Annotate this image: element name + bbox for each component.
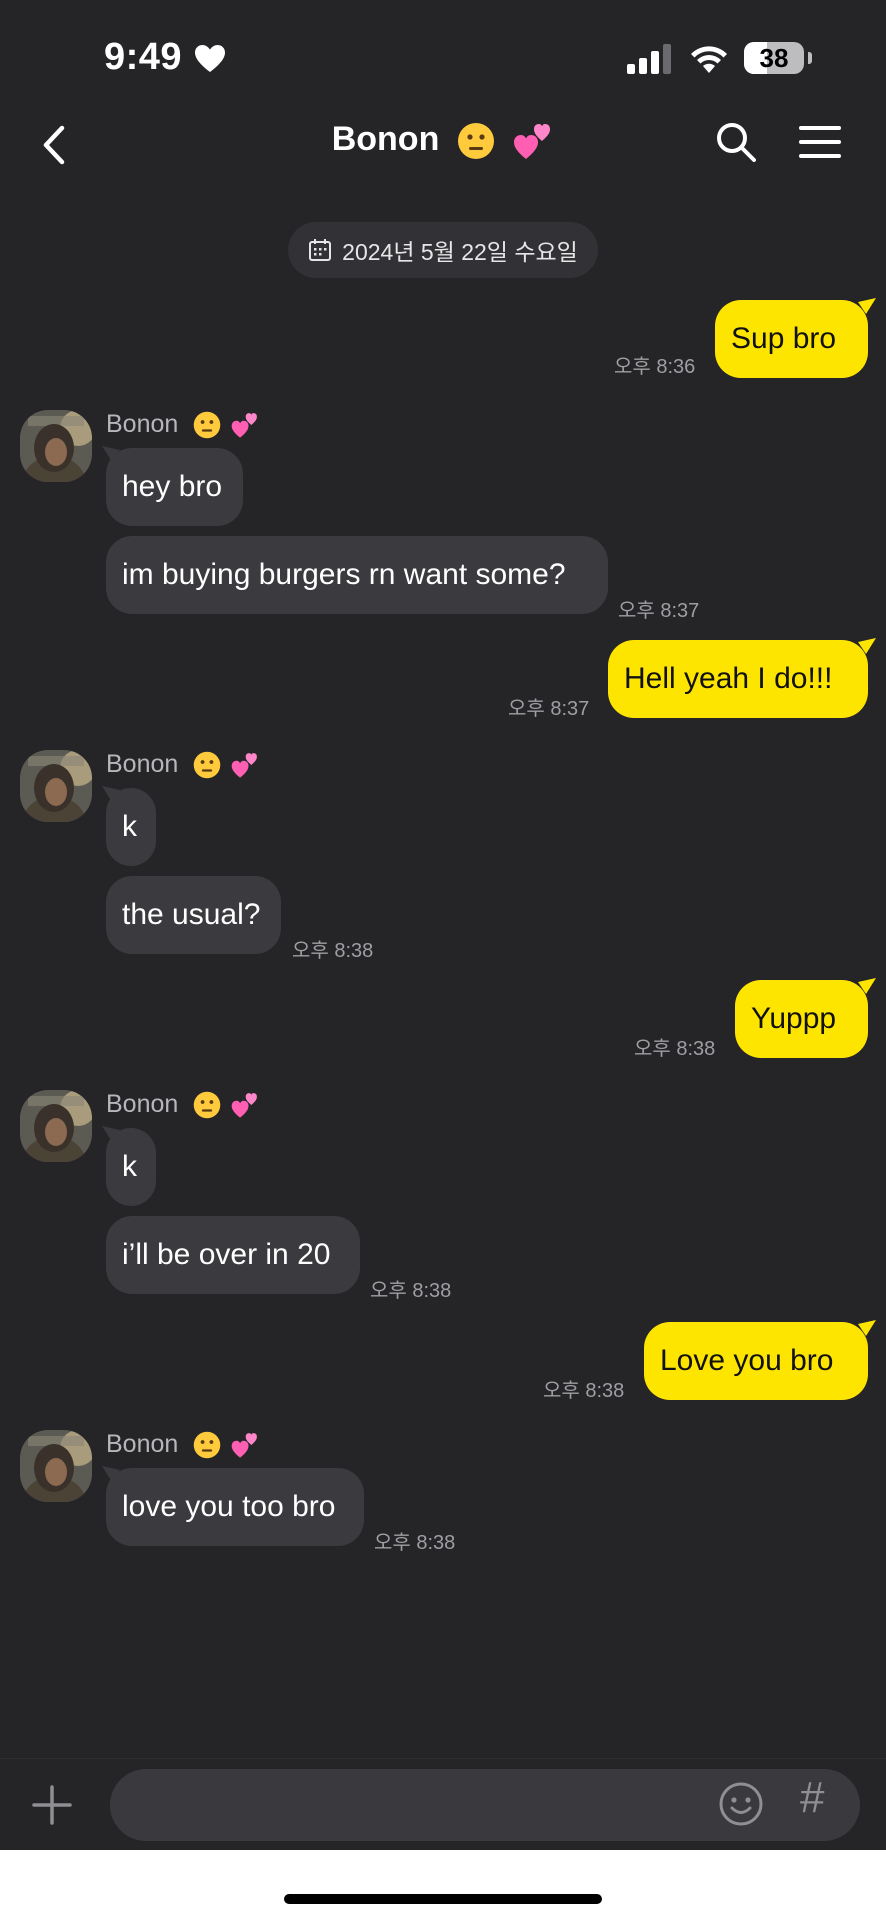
my-message-bubble[interactable]: Hell yeah I do!!! [608, 640, 868, 718]
my-message-bubble[interactable]: Yuppp [735, 980, 868, 1058]
bubble-tail [858, 298, 876, 314]
message-input-bar: # [0, 1758, 886, 1851]
plus-icon[interactable] [32, 1785, 72, 1825]
bubble-tail [858, 978, 876, 994]
neutral-face-emoji-icon [193, 412, 221, 439]
search-icon[interactable] [714, 120, 758, 164]
their-message-bubble[interactable]: love you too bro [106, 1468, 364, 1546]
emoji-icon[interactable] [718, 1781, 764, 1827]
bubble-tail [858, 638, 876, 654]
neutral-face-emoji-icon [193, 1432, 221, 1459]
date-separator: 2024년 5월 22일 수요일 [288, 222, 598, 278]
avatar[interactable] [20, 1090, 92, 1162]
two-hearts-emoji-icon [231, 1433, 258, 1458]
two-hearts-emoji-icon [231, 753, 258, 778]
avatar[interactable] [20, 410, 92, 482]
their-message-bubble[interactable]: k [106, 788, 156, 866]
heart-icon [195, 45, 225, 72]
message-timestamp: 오후 8:38 [292, 940, 374, 962]
my-message-bubble[interactable]: Sup bro [715, 300, 868, 378]
status-time: 9:49 [104, 36, 183, 78]
two-hearts-emoji-icon [231, 1093, 258, 1118]
message-timestamp: 오후 8:38 [370, 1280, 452, 1302]
calendar-icon [309, 239, 332, 261]
chat-title-text: Bonon [331, 120, 440, 158]
message-timestamp: 오후 8:37 [508, 698, 590, 720]
sender-name: Bonon [106, 1430, 260, 1459]
message-timestamp: 오후 8:36 [614, 356, 696, 378]
bubble-tail [858, 1320, 876, 1336]
their-message-bubble[interactable]: im buying burgers rn want some? [106, 536, 608, 614]
battery-icon: 38 [744, 42, 812, 74]
my-message-bubble[interactable]: Love you bro [644, 1322, 868, 1400]
sender-name-text: Bonon [106, 1090, 179, 1118]
message-timestamp: 오후 8:38 [634, 1038, 716, 1060]
sender-name-text: Bonon [106, 1430, 179, 1458]
menu-icon[interactable] [798, 124, 842, 160]
sender-name-text: Bonon [106, 410, 179, 438]
their-message-bubble[interactable]: the usual? [106, 876, 281, 954]
sender-name: Bonon [106, 410, 260, 439]
date-label: 2024년 5월 22일 수요일 [342, 239, 578, 265]
sender-name: Bonon [106, 750, 260, 779]
cellular-signal-icon [627, 44, 671, 74]
battery-level: 38 [759, 43, 789, 73]
sender-name: Bonon [106, 1090, 260, 1119]
their-message-bubble[interactable]: hey bro [106, 448, 243, 526]
neutral-face-emoji-icon [193, 752, 221, 779]
neutral-face-emoji-icon [457, 123, 494, 160]
hashtag-icon[interactable]: # [800, 1773, 824, 1823]
message-timestamp: 오후 8:37 [618, 600, 700, 622]
message-timestamp: 오후 8:38 [374, 1532, 456, 1554]
wifi-icon [691, 46, 727, 73]
chat-header: Bonon [0, 110, 886, 180]
status-bar: 9:49 38 [0, 0, 886, 120]
their-message-bubble[interactable]: i’ll be over in 20 [106, 1216, 360, 1294]
message-timestamp: 오후 8:38 [543, 1380, 625, 1402]
avatar[interactable] [20, 1430, 92, 1502]
their-message-bubble[interactable]: k [106, 1128, 156, 1206]
two-hearts-emoji-icon [231, 413, 258, 438]
sender-name-text: Bonon [106, 750, 179, 778]
avatar[interactable] [20, 750, 92, 822]
neutral-face-emoji-icon [193, 1092, 221, 1119]
two-hearts-emoji-icon [514, 124, 551, 160]
home-indicator[interactable] [284, 1894, 602, 1904]
home-indicator-area [0, 1850, 886, 1920]
